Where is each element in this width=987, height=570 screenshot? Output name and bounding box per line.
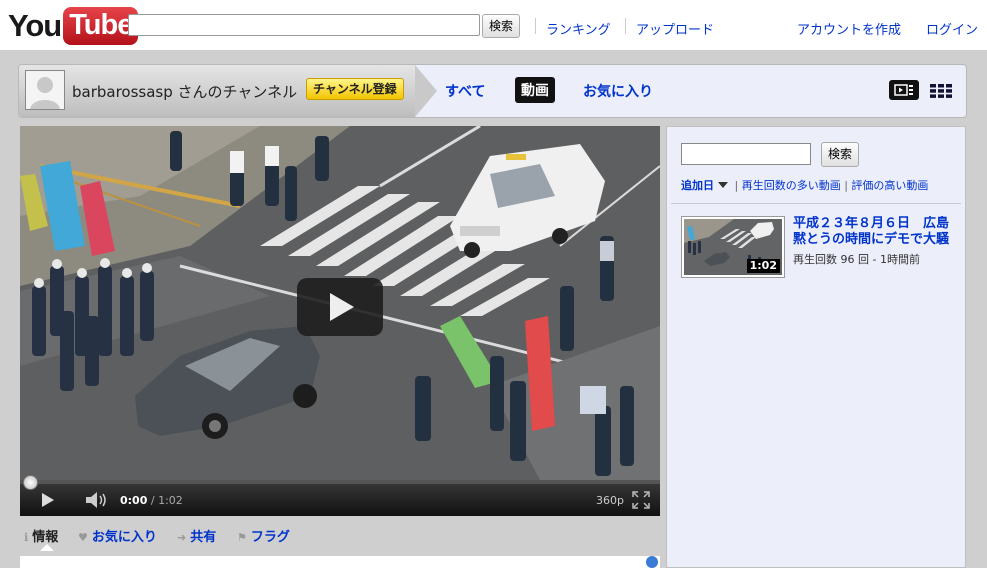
player-view-button[interactable] (889, 80, 919, 100)
tab-favorite[interactable]: ♥ お気に入り (78, 526, 157, 545)
site-header: You Tube 検索 ランキング アップロード アカウントを作成 ログイン (0, 0, 987, 50)
sort-by-views[interactable]: 再生回数の多い動画 (742, 179, 841, 192)
grid-view-button[interactable] (930, 84, 952, 98)
fullscreen-icon[interactable] (632, 491, 650, 509)
flag-icon: ⚑ (237, 531, 247, 544)
grid-view-icon (930, 84, 952, 98)
tab-info[interactable]: ℹ 情報 (24, 526, 58, 545)
channel-bar: barbarossasp さんのチャンネル チャンネル登録 すべて 動画 お気に… (18, 64, 967, 118)
play-icon (330, 293, 354, 321)
video-view-count: 再生回数 96 回 - 1時間前 (793, 253, 920, 266)
current-time: 0:00 (120, 494, 148, 507)
sort-separator: | (840, 179, 852, 192)
play-button-overlay[interactable] (297, 278, 383, 336)
nav-separator (625, 18, 626, 34)
quality-button[interactable]: 360p (596, 494, 624, 507)
thumbnail-image: 1:02 (684, 219, 782, 275)
player-view-icon (894, 84, 913, 96)
info-icon: ℹ (24, 531, 29, 544)
tab-videos[interactable]: 動画 (515, 77, 555, 103)
create-account-link[interactable]: アカウントを作成 (797, 19, 901, 38)
login-link[interactable]: ログイン (926, 19, 978, 38)
progress-bar[interactable] (20, 475, 660, 490)
heart-icon: ♥ (78, 531, 88, 544)
nav-ranking-link[interactable]: ランキング (546, 19, 611, 38)
total-time: 1:02 (158, 494, 183, 507)
channel-header: barbarossasp さんのチャンネル チャンネル登録 (19, 65, 415, 117)
channel-header-arrow (415, 65, 437, 117)
sort-options: 追加日 | 再生回数の多い動画 | 評価の高い動画 (681, 177, 928, 193)
info-panel-scroll-icon[interactable] (646, 556, 658, 568)
tab-favorite-label: お気に入り (91, 530, 157, 545)
sidebar-divider (671, 203, 961, 204)
tab-share[interactable]: ➜ 共有 (177, 526, 216, 545)
play-button[interactable] (42, 493, 54, 507)
time-display: 0:00 / 1:02 (120, 494, 183, 507)
sort-by-date[interactable]: 追加日 (681, 179, 714, 192)
nav-separator (535, 18, 536, 34)
youtube-logo[interactable]: You Tube (8, 6, 139, 46)
sort-separator: | (731, 179, 742, 192)
active-tab-pointer (40, 544, 54, 551)
nav-upload-link[interactable]: アップロード (636, 19, 714, 38)
channel-search-button[interactable]: 検索 (821, 142, 859, 167)
tab-flag[interactable]: ⚑ フラグ (237, 526, 290, 545)
share-arrow-icon: ➜ (177, 531, 187, 544)
avatar[interactable] (25, 70, 65, 110)
tab-all[interactable]: すべて (445, 81, 485, 101)
list-item[interactable]: 1:02 平成２３年８月６日 広島黙とうの時間にデモで大騒 再生回数 96 回 … (681, 216, 961, 282)
video-duration-badge: 1:02 (746, 259, 780, 273)
search-button[interactable]: 検索 (482, 14, 520, 38)
search-input[interactable] (128, 14, 480, 36)
logo-you-text: You (8, 8, 62, 43)
player-controls: 0:00 / 1:02 360p (20, 475, 660, 516)
sort-by-rating[interactable]: 評価の高い動画 (851, 179, 928, 192)
tab-share-label: 共有 (190, 530, 217, 545)
tab-flag-label: フラグ (250, 530, 290, 545)
tab-info-label: 情報 (32, 530, 59, 545)
channel-search-input[interactable] (681, 143, 811, 165)
volume-icon[interactable] (86, 492, 108, 508)
video-info-tabs: ℹ 情報 ♥ お気に入り ➜ 共有 ⚑ フラグ (20, 522, 660, 551)
video-title-link[interactable]: 平成２３年８月６日 広島黙とうの時間にデモで大騒 (793, 216, 959, 248)
channel-video-sidebar: 検索 追加日 | 再生回数の多い動画 | 評価の高い動画 1:02 平成２３年８… (666, 126, 966, 568)
time-separator: / (147, 494, 159, 507)
default-avatar-icon (26, 71, 64, 109)
sort-dropdown-icon[interactable] (718, 182, 728, 188)
tab-favorites[interactable]: お気に入り (583, 81, 653, 101)
progress-scrubber[interactable] (23, 475, 38, 490)
video-player[interactable]: 0:00 / 1:02 360p (20, 126, 660, 516)
channel-name[interactable]: barbarossasp さんのチャンネル (72, 81, 297, 102)
video-thumbnail[interactable]: 1:02 (681, 216, 785, 278)
subscribe-button[interactable]: チャンネル登録 (306, 78, 404, 100)
